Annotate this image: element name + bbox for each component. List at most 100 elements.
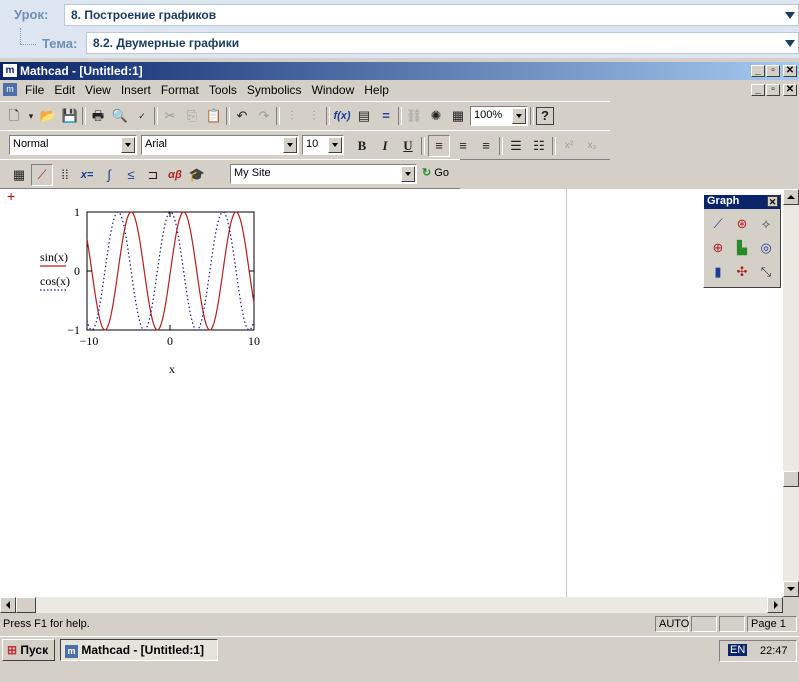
scroll-left-button[interactable] <box>0 597 16 613</box>
lesson-select[interactable]: 8. Построение графиков <box>64 4 799 26</box>
menu-view[interactable]: View <box>80 80 116 100</box>
scroll-right-button[interactable] <box>767 597 783 613</box>
zoom-select[interactable]: 100% <box>470 106 528 126</box>
bold-button[interactable]: B <box>352 136 372 156</box>
graph-toolbar-icon[interactable]: ⟋ <box>31 164 53 186</box>
polar-plot-icon[interactable]: ⊛ <box>732 214 752 234</box>
restore-button[interactable]: ▫ <box>766 65 780 77</box>
cut-icon[interactable]: ✂ <box>160 106 180 126</box>
doc-close-button[interactable]: ✕ <box>783 84 797 96</box>
doc-restore-button[interactable]: ▫ <box>766 84 780 96</box>
redo-icon[interactable]: ↷ <box>254 106 274 126</box>
menu-symbolics[interactable]: Symbolics <box>242 80 307 100</box>
start-button[interactable]: ⊞ Пуск <box>2 639 55 661</box>
menu-tools[interactable]: Tools <box>204 80 242 100</box>
underline-button[interactable]: U <box>398 136 418 156</box>
evaluation-icon[interactable]: x= <box>77 165 97 185</box>
menu-window[interactable]: Window <box>307 80 360 100</box>
window-title: Mathcad - [Untitled:1] <box>20 64 143 78</box>
help-icon[interactable]: ? <box>536 107 554 125</box>
trace-icon[interactable]: ⊕ <box>708 238 728 258</box>
symbolic-icon[interactable]: 🎓 <box>187 165 207 185</box>
status-help: Press F1 for help. <box>3 618 90 630</box>
numbered-list-icon[interactable]: ☷ <box>529 136 549 156</box>
align-down-icon[interactable]: ⫶ <box>304 106 324 126</box>
taskbar-mathcad-button[interactable]: m Mathcad - [Untitled:1] <box>60 639 218 661</box>
go-button[interactable]: ↻ Go <box>422 166 449 179</box>
font-select[interactable]: Arial <box>141 135 299 155</box>
spell-check-icon[interactable]: ✓ <box>132 106 152 126</box>
print-preview-icon[interactable]: 🔍 <box>110 106 130 126</box>
superscript-icon[interactable]: x² <box>559 136 579 156</box>
undo-icon[interactable]: ↶ <box>232 106 252 126</box>
scroll-thumb[interactable] <box>783 471 799 487</box>
xy-plot-icon[interactable]: ⟋ <box>708 214 728 234</box>
chevron-down-icon <box>512 108 526 124</box>
separator <box>154 107 158 125</box>
menu-insert[interactable]: Insert <box>116 80 156 100</box>
minimize-button[interactable]: _ <box>751 65 765 77</box>
contour-plot-icon[interactable]: ◎ <box>756 238 776 258</box>
menu-file[interactable]: File <box>20 80 49 100</box>
topic-select[interactable]: 8.2. Двумерные графики <box>86 32 799 54</box>
insert-unit-icon[interactable]: ▤ <box>354 106 374 126</box>
vertical-scrollbar[interactable] <box>783 189 799 597</box>
scroll-thumb[interactable] <box>16 597 36 613</box>
open-folder-icon[interactable]: 📂 <box>38 106 58 126</box>
matrix-icon[interactable]: ⁞⁞ <box>55 165 75 185</box>
resource-select[interactable]: My Site <box>230 164 417 184</box>
paste-icon[interactable]: 📋 <box>204 106 224 126</box>
save-icon[interactable]: 💾 <box>60 106 80 126</box>
size-value: 10 <box>306 138 319 150</box>
horizontal-scrollbar[interactable] <box>0 597 783 613</box>
window-titlebar[interactable]: m Mathcad - [Untitled:1] _ ▫ ✕ <box>0 62 799 80</box>
chevron-down-icon <box>328 137 342 153</box>
calculator-icon[interactable]: ▦ <box>9 165 29 185</box>
vector-field-icon[interactable]: ⤡ <box>756 262 776 282</box>
run-script-icon[interactable]: ▦ <box>448 106 468 126</box>
xy-plot[interactable]: 1 0 −1 −10 0 10 x sin(x) cos(x) <box>30 203 270 379</box>
align-center-icon[interactable]: ≡ <box>453 136 473 156</box>
new-file-icon[interactable]: 🗋 <box>4 106 24 126</box>
align-left-icon[interactable]: ≡ <box>428 135 450 157</box>
doc-minimize-button[interactable]: _ <box>751 84 765 96</box>
greek-icon[interactable]: αβ <box>165 165 185 185</box>
insert-function-icon[interactable]: f(x) <box>332 106 352 126</box>
scatter-plot-icon[interactable]: ✣ <box>732 262 752 282</box>
italic-button[interactable]: I <box>375 136 395 156</box>
programming-icon[interactable]: ⊐ <box>143 165 163 185</box>
boolean-icon[interactable]: ≤ <box>121 165 141 185</box>
bar-plot-icon[interactable]: ▮ <box>708 262 728 282</box>
graph-palette[interactable]: Graph ✕ ⟋ ⊛ ⟡ ⊕ ▙ ◎ ▮ ✣ ⤡ <box>703 194 781 288</box>
align-right-icon[interactable]: ≡ <box>476 136 496 156</box>
scroll-up-button[interactable] <box>783 189 799 205</box>
style-select[interactable]: Normal <box>9 135 137 155</box>
formatting-toolbar: Normal Arial 10 B I U ≡ ≡ ≡ ☰ ☷ x² x₂ <box>0 130 610 160</box>
mathcad-logo-icon: m <box>65 645 78 658</box>
scroll-down-button[interactable] <box>783 581 799 597</box>
copy-icon[interactable]: ⎘ <box>182 106 202 126</box>
insert-hyperlink-icon[interactable]: ⛓ <box>404 106 424 126</box>
menu-format[interactable]: Format <box>156 80 204 100</box>
calculus-icon[interactable]: ∫ <box>99 165 119 185</box>
component-wizard-icon[interactable]: ✺ <box>426 106 446 126</box>
menu-help[interactable]: Help <box>359 80 394 100</box>
align-top-icon[interactable]: ⫶ <box>282 106 302 126</box>
size-select[interactable]: 10 <box>302 135 344 155</box>
surface-plot-icon[interactable]: ▙ <box>732 238 752 258</box>
language-indicator[interactable]: EN <box>728 644 748 656</box>
graph-palette-title[interactable]: Graph ✕ <box>704 195 780 209</box>
close-icon[interactable]: ✕ <box>767 196 778 207</box>
add-line-icon[interactable]: ⟡ <box>756 214 776 234</box>
tree-connector <box>20 44 36 45</box>
menu-items: File Edit View Insert Format Tools Symbo… <box>20 80 394 100</box>
new-dropdown-icon[interactable]: ▾ <box>26 106 36 126</box>
calculate-icon[interactable]: = <box>376 106 396 126</box>
worksheet[interactable]: + 1 0 −1 −10 0 10 x sin(x) cos(x) <box>0 188 783 597</box>
print-icon[interactable]: 🖶 <box>88 106 108 126</box>
bullet-list-icon[interactable]: ☰ <box>506 136 526 156</box>
menu-edit[interactable]: Edit <box>49 80 80 100</box>
document-icon[interactable]: m <box>3 83 17 96</box>
subscript-icon[interactable]: x₂ <box>582 136 602 156</box>
close-button[interactable]: ✕ <box>783 65 797 77</box>
